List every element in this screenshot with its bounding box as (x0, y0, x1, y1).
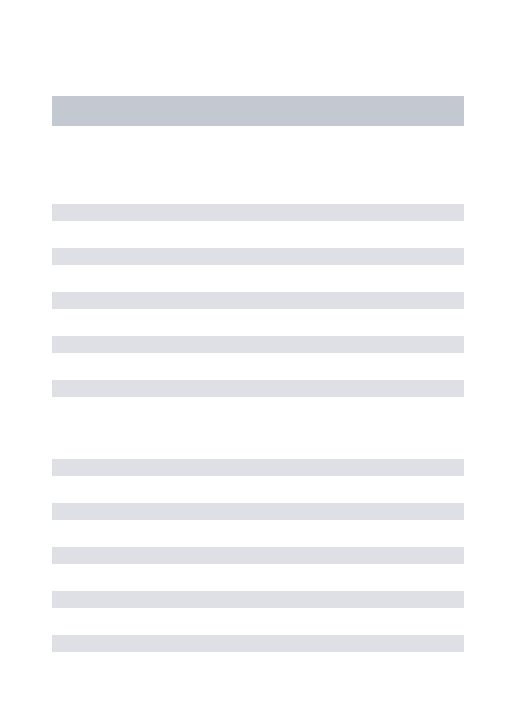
paragraph-section-1 (52, 204, 464, 397)
text-line-placeholder (52, 336, 464, 353)
text-line-placeholder (52, 503, 464, 520)
text-line-placeholder (52, 292, 464, 309)
text-line-placeholder (52, 204, 464, 221)
text-line-placeholder (52, 635, 464, 652)
text-line-placeholder (52, 547, 464, 564)
text-line-placeholder (52, 248, 464, 265)
text-line-placeholder (52, 459, 464, 476)
text-line-placeholder (52, 380, 464, 397)
title-placeholder (52, 96, 464, 126)
paragraph-section-2 (52, 459, 464, 652)
text-line-placeholder (52, 591, 464, 608)
